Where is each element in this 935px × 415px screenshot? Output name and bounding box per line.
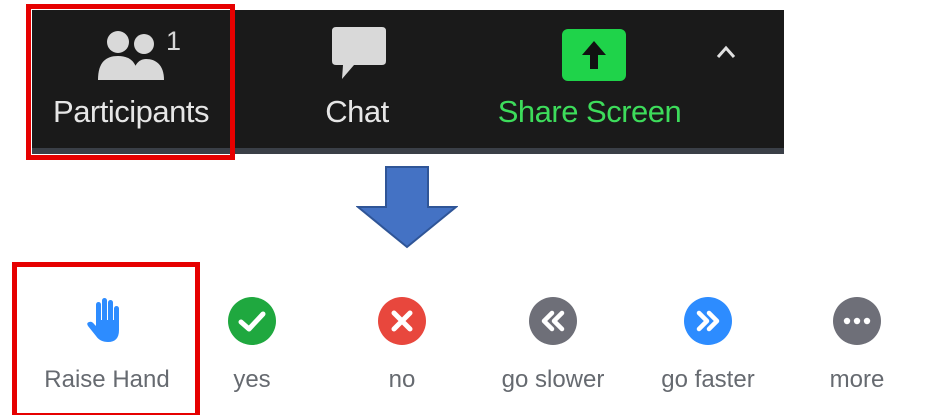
participants-icon [98, 31, 164, 80]
participants-count: 1 [166, 26, 182, 56]
chat-icon [332, 27, 386, 79]
nonverbal-feedback-bar: Raise Hand yes no go slower go faster mo… [14, 266, 935, 415]
rewind-icon [529, 297, 577, 345]
participants-button[interactable]: 1 Participants [32, 10, 230, 150]
participants-label: Participants [53, 94, 209, 129]
more-label: more [829, 366, 885, 393]
no-label: no [388, 366, 416, 393]
fast-forward-icon [684, 297, 732, 345]
raise-hand-button[interactable]: Raise Hand [22, 266, 192, 415]
meeting-toolbar: 1 Participants Chat Share Screen [32, 10, 784, 150]
share-screen-label: Share Screen [497, 94, 682, 129]
more-button[interactable]: more [807, 266, 907, 415]
no-button[interactable]: no [352, 266, 452, 415]
raise-hand-icon [87, 298, 119, 342]
x-icon [378, 297, 426, 345]
go-faster-button[interactable]: go faster [639, 266, 777, 415]
toolbar-divider [32, 148, 784, 154]
share-screen-button[interactable]: Share Screen [482, 10, 762, 150]
raise-hand-label: Raise Hand [44, 366, 170, 393]
check-icon [228, 297, 276, 345]
go-faster-label: go faster [661, 366, 755, 393]
go-slower-button[interactable]: go slower [484, 266, 622, 415]
chat-button[interactable]: Chat [302, 10, 412, 150]
go-slower-label: go slower [501, 366, 605, 393]
yes-button[interactable]: yes [202, 266, 302, 415]
zoom-instructions-figure: 1 Participants Chat Share Screen Raise H… [0, 0, 935, 415]
down-arrow-icon [356, 166, 458, 249]
ellipsis-icon [833, 297, 881, 345]
share-screen-icon [562, 29, 626, 81]
chat-label: Chat [325, 94, 389, 129]
caret-up-icon[interactable] [714, 42, 738, 62]
yes-label: yes [233, 366, 271, 393]
